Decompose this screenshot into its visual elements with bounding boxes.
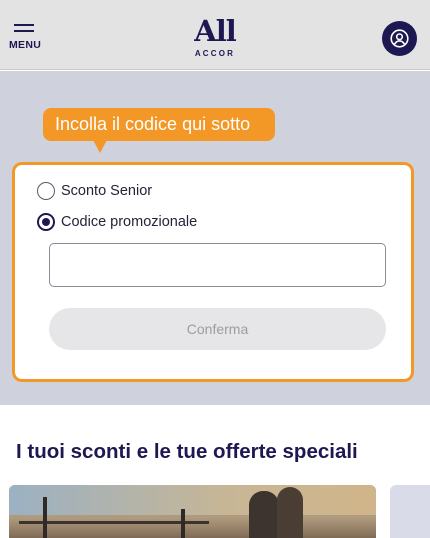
hamburger-icon bbox=[14, 24, 34, 32]
radio-senior-label: Sconto Senior bbox=[61, 183, 153, 199]
radio-promo-code[interactable]: Codice promozionale bbox=[37, 212, 197, 232]
logo-accor-text: ACCOR bbox=[194, 49, 236, 58]
promo-code-input[interactable] bbox=[49, 243, 386, 287]
tooltip-arrow bbox=[93, 140, 107, 153]
accor-logo[interactable]: All ACCOR bbox=[183, 16, 247, 60]
menu-button[interactable]: MENU bbox=[9, 24, 45, 52]
offers-title: I tuoi sconti e le tue offerte speciali bbox=[16, 440, 358, 463]
offer-card-next[interactable] bbox=[390, 485, 430, 538]
radio-senior-discount[interactable]: Sconto Senior bbox=[37, 181, 152, 201]
radio-checked-icon[interactable] bbox=[37, 213, 55, 231]
menu-label: MENU bbox=[9, 39, 42, 51]
radio-promo-label: Codice promozionale bbox=[61, 214, 198, 230]
top-header: MENU All ACCOR bbox=[0, 0, 430, 70]
offer-card-image[interactable] bbox=[9, 485, 376, 538]
logo-all-text: All bbox=[194, 14, 237, 48]
confirm-button[interactable]: Conferma bbox=[49, 308, 386, 350]
radio-unchecked-icon[interactable] bbox=[37, 182, 55, 200]
account-button[interactable] bbox=[382, 21, 417, 56]
paste-code-tooltip: Incolla il codice qui sotto bbox=[43, 108, 275, 141]
user-icon bbox=[390, 29, 409, 48]
